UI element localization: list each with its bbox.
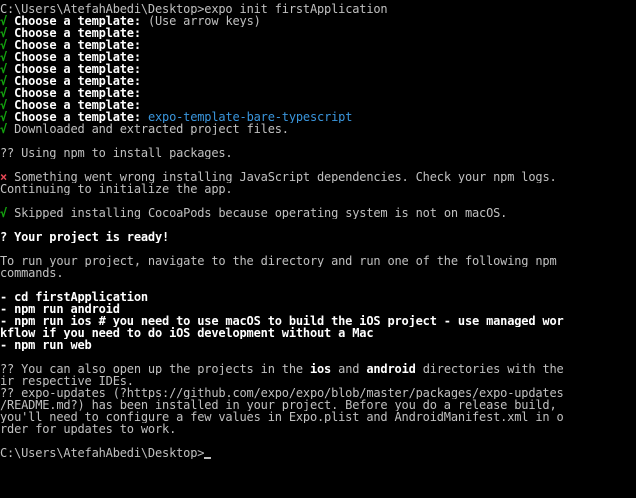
cocoapods-text: Skipped installing CocoaPods because ope… — [7, 207, 508, 219]
error-icon: × — [0, 171, 8, 183]
template-prompt-label: Choose a template: — [7, 51, 141, 63]
template-prompt-label: Choose a template: — [7, 15, 141, 27]
check-icon: √ — [0, 99, 8, 111]
check-icon: √ — [0, 27, 8, 39]
error-text: Something went wrong installing JavaScri… — [7, 171, 557, 183]
check-icon: √ — [0, 207, 8, 219]
template-prompt-line: √ Choose a template: — [0, 63, 636, 75]
template-prompt-label: Choose a template: — [7, 39, 141, 51]
command-item: - npm run ios # you need to use macOS to… — [0, 315, 564, 327]
downloaded-line: √ Downloaded and extracted project files… — [0, 123, 636, 135]
template-prompt-line: √ Choose a template: — [0, 87, 636, 99]
ides-text: ?? You can also open up the projects in … — [0, 363, 310, 375]
check-icon: √ — [0, 75, 8, 87]
ides-text: and — [331, 363, 367, 375]
updates-line: you'll need to configure a few values in… — [0, 411, 564, 423]
prompt-path: C:\Users\AtefahAbedi\Desktop> — [0, 447, 205, 459]
check-icon: √ — [0, 63, 8, 75]
updates-line: rder for updates to work. — [0, 423, 177, 435]
template-prompt-line: √ Choose a template: — [0, 99, 636, 111]
npm-install-line: ?? Using npm to install packages. — [0, 147, 233, 159]
error-line: × Something went wrong installing JavaSc… — [0, 171, 636, 183]
check-icon: √ — [0, 87, 8, 99]
updates-line: ?? expo-updates (?https://github.com/exp… — [0, 387, 564, 399]
command-item: - cd firstApplication — [0, 291, 148, 303]
instructions-line: To run your project, navigate to the dir… — [0, 255, 557, 267]
check-icon: √ — [0, 39, 8, 51]
ios-dir: ios — [309, 363, 332, 375]
template-prompt-line: √ Choose a template: — [0, 51, 636, 63]
updates-line: /README.md?) has been installed in your … — [0, 399, 557, 411]
command-item: kflow if you need to do iOS development … — [0, 327, 374, 339]
check-icon: √ — [0, 51, 8, 63]
cocoapods-line: √ Skipped installing CocoaPods because o… — [0, 207, 636, 219]
prompt-path: C:\Users\AtefahAbedi\Desktop> — [0, 3, 205, 15]
template-prompt-label: Choose a template: — [7, 63, 141, 75]
continuing-line: Continuing to initialize the app. — [0, 183, 233, 195]
template-prompt-line: √ Choose a template: — [0, 75, 636, 87]
template-prompt-label: Choose a template: — [7, 99, 141, 111]
template-prompt-label: Choose a template: — [7, 75, 141, 87]
command-item: - npm run android — [0, 303, 120, 315]
check-icon: √ — [0, 111, 8, 123]
template-prompt-hint: (Use arrow keys) — [140, 15, 261, 27]
entered-command: expo init firstApplication — [204, 3, 388, 15]
terminal-window[interactable]: C:\Users\AtefahAbedi\Desktop>expo init f… — [0, 3, 636, 498]
ides-text: directories with the — [415, 363, 564, 375]
template-prompt-label: Choose a template: — [7, 111, 141, 123]
template-prompt-label: Choose a template: — [7, 27, 141, 39]
template-prompt-line: √ Choose a template: — [0, 27, 636, 39]
instructions-line: commands. — [0, 267, 64, 279]
ides-line: ir respective IDEs. — [0, 375, 134, 387]
template-prompt-line: √ Choose a template: — [0, 39, 636, 51]
final-prompt-line: C:\Users\AtefahAbedi\Desktop> — [0, 447, 636, 459]
android-dir: android — [366, 363, 416, 375]
downloaded-text: Downloaded and extracted project files. — [7, 123, 289, 135]
cursor-caret — [204, 457, 212, 459]
template-prompt-line: √ Choose a template: (Use arrow keys) — [0, 15, 636, 27]
check-icon: √ — [0, 15, 8, 27]
selected-template: expo-template-bare-typescript — [147, 111, 353, 123]
command-item: - npm run web — [0, 339, 92, 351]
check-icon: √ — [0, 123, 8, 135]
template-prompt-label: Choose a template: — [7, 87, 141, 99]
template-prompt-line: √ Choose a template: expo-template-bare-… — [0, 111, 636, 123]
ides-line: ?? You can also open up the projects in … — [0, 363, 636, 375]
ready-line: ? Your project is ready! — [0, 231, 170, 243]
command-line: C:\Users\AtefahAbedi\Desktop>expo init f… — [0, 3, 636, 15]
